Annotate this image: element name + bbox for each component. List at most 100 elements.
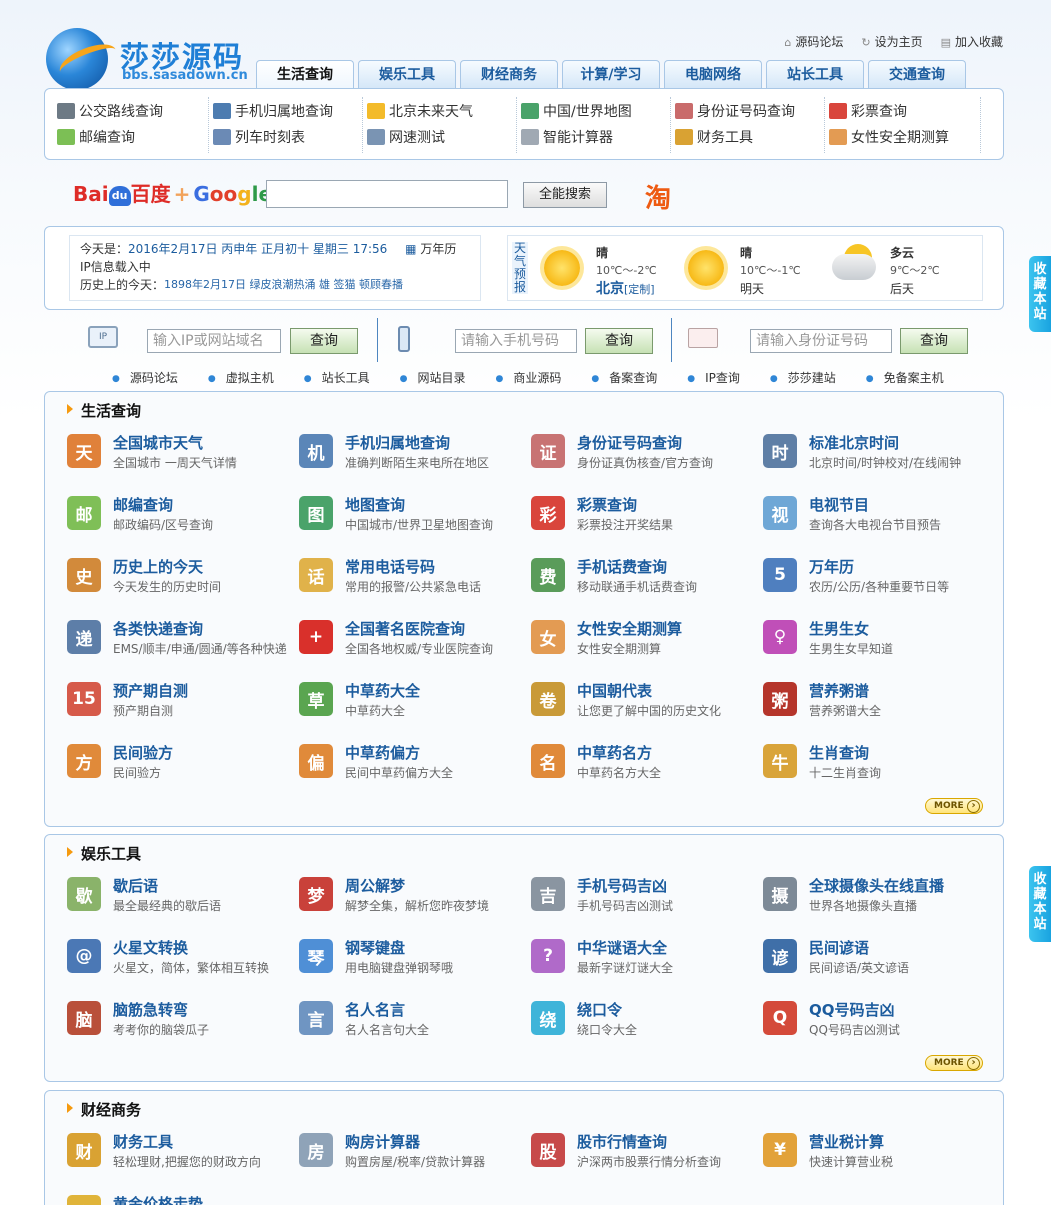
service-card[interactable]: 证身份证号码查询 身份证真伪核查/官方查询 [531,432,761,480]
service-card[interactable]: 递各类快递查询 EMS/顺丰/申通/圆通/等各种快递 [67,618,297,666]
card-title[interactable]: 民间验方 [113,742,173,763]
service-card[interactable]: 摄全球摄像头在线直播 世界各地摄像头直播 [763,875,993,923]
card-title[interactable]: 历史上的今天 [113,556,203,577]
quick-link[interactable]: 公交路线查询 [57,101,163,121]
card-title[interactable]: 全国城市天气 [113,432,203,453]
card-title[interactable]: 中国朝代表 [577,680,652,701]
service-card[interactable]: 脑脑筋急转弯 考考你的脑袋瓜子 [67,999,297,1047]
service-card[interactable]: ♀ 生男生女 生男生女早知道 [763,618,993,666]
phone-number-input[interactable]: 请输入手机号码 [455,329,577,353]
card-title[interactable]: 周公解梦 [345,875,405,896]
service-card[interactable]: 彩彩票查询 彩票投注开奖结果 [531,494,761,542]
tab-life[interactable]: 生活查询 [256,60,354,90]
quick-link[interactable]: 列车时刻表 [213,127,305,147]
quick-link[interactable]: 财务工具 [675,127,753,147]
more-button[interactable]: MORE [925,798,983,814]
quick-link[interactable]: 彩票查询 [829,101,907,121]
service-card[interactable]: 吉手机号码吉凶 手机号码吉凶测试 [531,875,761,923]
id-query-button[interactable]: 查询 [900,328,968,354]
card-title[interactable]: 全球摄像头在线直播 [809,875,944,896]
toplink-forum[interactable]: ⌂ 源码论坛 [784,33,843,50]
service-card[interactable]: 财财务工具 轻松理财,把握您的财政方向 [67,1131,297,1179]
service-card[interactable]: 邮邮编查询 邮政编码/区号查询 [67,494,297,542]
tab-entertainment[interactable]: 娱乐工具 [358,60,456,88]
card-title[interactable]: 名人名言 [345,999,405,1020]
service-card[interactable]: 歇歇后语 最全最经典的歇后语 [67,875,297,923]
service-card[interactable]: 图地图查询 中国城市/世界卫星地图查询 [299,494,529,542]
ip-query-button[interactable]: 查询 [290,328,358,354]
service-card[interactable]: 牛生肖查询 十二生肖查询 [763,742,993,790]
service-card[interactable]: 草中草药大全 中草药大全 [299,680,529,728]
quick-link[interactable]: 智能计算器 [521,127,613,147]
card-title[interactable]: 中草药偏方 [345,742,420,763]
weather-today[interactable]: 晴 10℃～-2℃ 北京[定制] [534,240,674,298]
service-card[interactable]: 梦周公解梦 解梦全集，解析您昨夜梦境 [299,875,529,923]
service-card[interactable]: ? 中华谜语大全 最新字谜灯谜大全 [531,937,761,985]
site-logo[interactable]: 莎莎源码 bbs.sasadown.cn [46,26,256,94]
tab-webmaster[interactable]: 站长工具 [766,60,864,88]
service-card[interactable]: 费手机话费查询 移动联通手机话费查询 [531,556,761,604]
card-title[interactable]: 营业税计算 [809,1131,884,1152]
card-title[interactable]: 彩票查询 [577,494,637,515]
id-number-input[interactable]: 请输入身份证号码 [750,329,892,353]
service-card[interactable]: 偏中草药偏方 民间中草药偏方大全 [299,742,529,790]
sidebar-bookmark-tab[interactable]: 收藏本站 [1029,256,1051,332]
service-card[interactable]: Q QQ号码吉凶 QQ号码吉凶测试 [763,999,993,1047]
quick-link[interactable]: 北京未来天气 [367,101,473,121]
card-title[interactable]: 地图查询 [345,494,405,515]
service-card[interactable]: 言名人名言 名人名言句大全 [299,999,529,1047]
service-card[interactable]: + 全国著名医院查询 全国各地权威/专业医院查询 [299,618,529,666]
service-card[interactable]: 粥营养粥谱 营养粥谱大全 [763,680,993,728]
service-card[interactable]: 天全国城市天气 全国城市 一周天气详情 [67,432,297,480]
card-title[interactable]: 钢琴键盘 [345,937,405,958]
history-today-marquee[interactable]: 1898年2月17日 绿皮浪潮热涌 雄 签猫 顿顾春播 [164,276,454,294]
navlink-ip-lookup[interactable]: IP查询 [687,369,740,386]
card-title[interactable]: 全国著名医院查询 [345,618,465,639]
service-card[interactable]: ¥ 营业税计算 快速计算营业税 [763,1131,993,1179]
card-title[interactable]: 中草药名方 [577,742,652,763]
card-title[interactable]: 中草药大全 [345,680,420,701]
service-card[interactable]: 时标准北京时间 北京时间/时钟校对/在线闹钟 [763,432,993,480]
navlink-webmaster-tools[interactable]: 站长工具 [304,369,370,386]
tab-calc-study[interactable]: 计算/学习 [562,60,660,88]
card-title[interactable]: 民间谚语 [809,937,869,958]
quick-link[interactable]: 网速测试 [367,127,445,147]
calendar-link[interactable]: 万年历 [420,242,456,256]
card-title[interactable]: QQ号码吉凶 [809,999,895,1020]
taobao-logo[interactable]: 淘 [645,178,671,215]
card-title[interactable]: 标准北京时间 [809,432,899,453]
service-card[interactable]: 名中草药名方 中草药名方大全 [531,742,761,790]
card-title[interactable]: 邮编查询 [113,494,173,515]
toplink-set-homepage[interactable]: ↻ 设为主页 [861,33,922,50]
service-card[interactable]: 话常用电话号码 常用的报警/公共紧急电话 [299,556,529,604]
card-title[interactable]: 生肖查询 [809,742,869,763]
card-title[interactable]: 购房计算器 [345,1131,420,1152]
tab-finance[interactable]: 财经商务 [460,60,558,88]
card-title[interactable]: 万年历 [809,556,854,577]
sidebar-bookmark-tab[interactable]: 收藏本站 [1029,866,1051,942]
card-title[interactable]: 手机归属地查询 [345,432,450,453]
service-card[interactable]: 机手机归属地查询 准确判断陌生来电所在地区 [299,432,529,480]
service-card[interactable]: 绕绕口令 绕口令大全 [531,999,761,1047]
service-card[interactable]: 金 黄金价格走势 [67,1193,297,1205]
search-input[interactable] [266,180,508,208]
weather-day-after[interactable]: 多云 9℃～2℃ 后天 [828,240,968,298]
service-card[interactable]: @ 火星文转换 火星文，简体，繁体相互转换 [67,937,297,985]
quick-link[interactable]: 中国/世界地图 [521,101,632,121]
quick-link[interactable]: 手机归属地查询 [213,101,333,121]
quick-link[interactable]: 邮编查询 [57,127,135,147]
card-title[interactable]: 火星文转换 [113,937,188,958]
quick-link[interactable]: 身份证号码查询 [675,101,795,121]
card-title[interactable]: 手机号码吉凶 [577,875,667,896]
service-card[interactable]: 房购房计算器 购置房屋/税率/贷款计算器 [299,1131,529,1179]
card-title[interactable]: 绕口令 [577,999,622,1020]
navlink-virtual-host[interactable]: 虚拟主机 [208,369,274,386]
card-title[interactable]: 预产期自测 [113,680,188,701]
ip-domain-input[interactable]: 输入IP或网站域名 [147,329,281,353]
service-card[interactable]: 卷中国朝代表 让您更了解中国的历史文化 [531,680,761,728]
card-title[interactable]: 电视节目 [809,494,869,515]
service-card[interactable]: 股股市行情查询 沪深两市股票行情分析查询 [531,1131,761,1179]
navlink-icp-lookup[interactable]: 备案查询 [591,369,657,386]
card-title[interactable]: 财务工具 [113,1131,173,1152]
navlink-sasha-build[interactable]: 莎莎建站 [770,369,836,386]
